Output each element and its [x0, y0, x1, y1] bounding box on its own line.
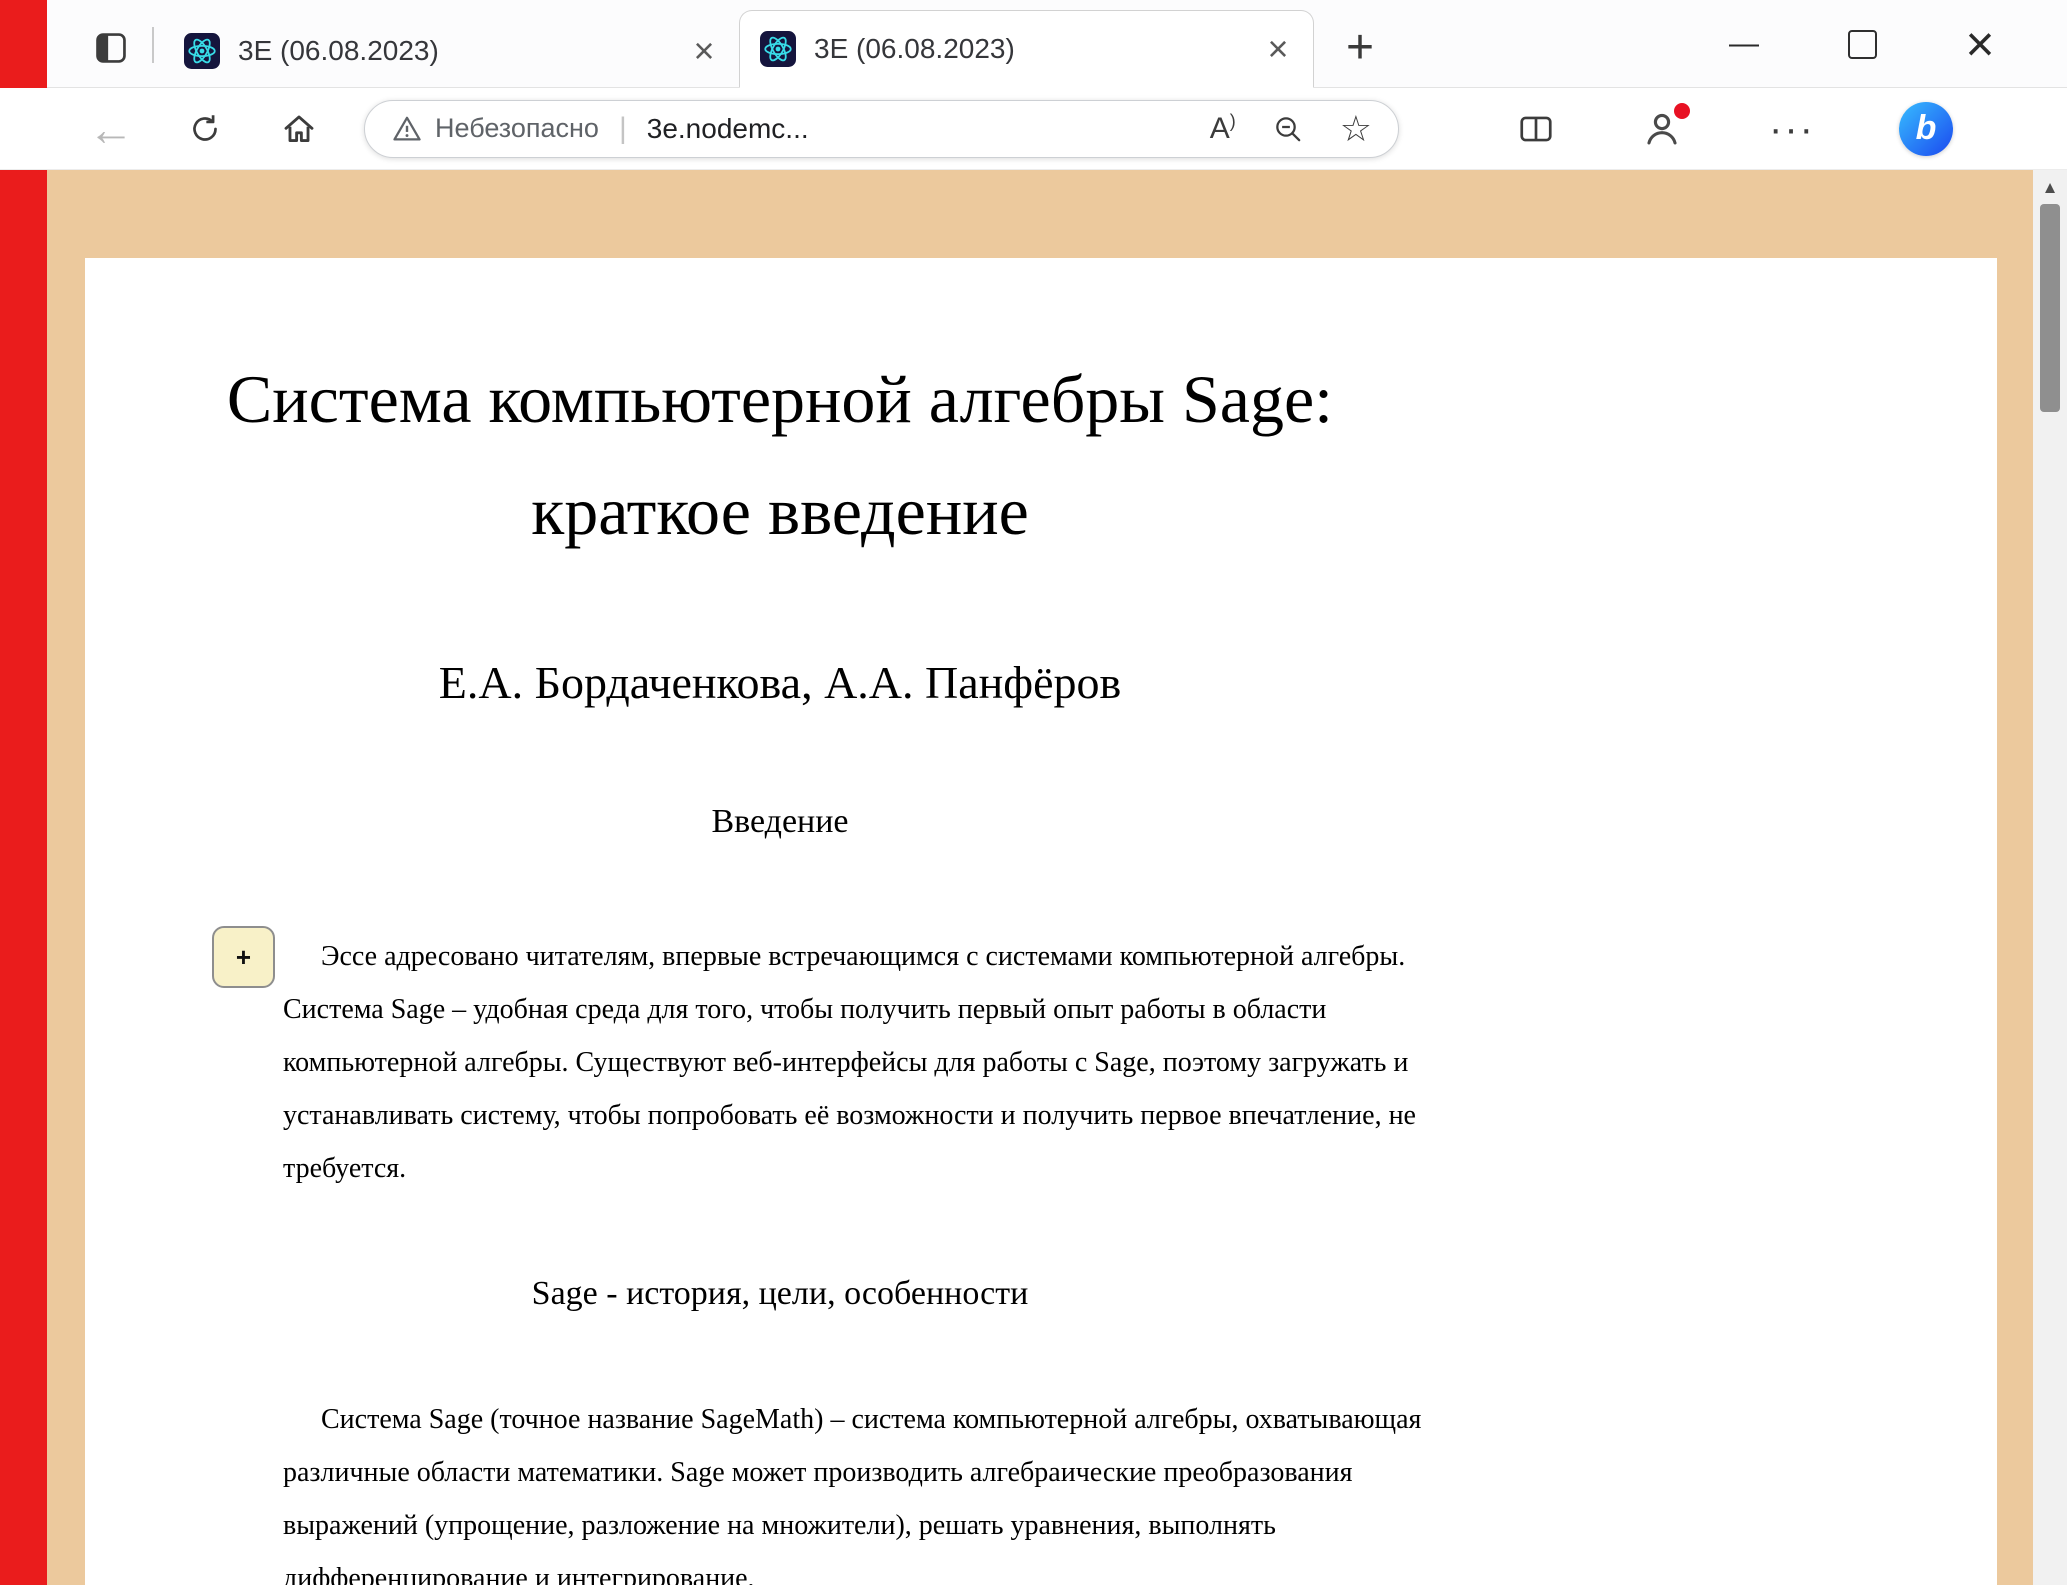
- document-column: Система компьютерной алгебры Sage: кратк…: [160, 343, 1400, 1585]
- tab-separator: [152, 27, 154, 63]
- tab-close-icon[interactable]: ×: [1257, 28, 1299, 70]
- section-heading-intro: Введение: [160, 799, 1400, 845]
- scrollbar-thumb[interactable]: [2040, 204, 2060, 412]
- not-secure-warning-icon[interactable]: [391, 113, 423, 145]
- tab-title: 3E (06.08.2023): [238, 35, 665, 67]
- new-tab-button[interactable]: +: [1334, 21, 1386, 73]
- tab-bar: 3E (06.08.2023) × 3E (06.08.2023) × + — …: [0, 0, 2067, 88]
- read-aloud-button[interactable]: A): [1210, 111, 1236, 146]
- home-button[interactable]: [266, 96, 332, 162]
- paragraph-line: дифференцирование и интегрирование,: [283, 1552, 1388, 1585]
- tab-actions-button[interactable]: [84, 21, 138, 75]
- document-authors: Е.А. Бордаченкова, А.А. Панфёров: [160, 652, 1400, 714]
- paragraph-line: Система Sage – удобная среда для того, ч…: [283, 983, 1388, 1036]
- security-label: Небезопасно: [435, 113, 599, 144]
- tab-close-icon[interactable]: ×: [683, 30, 725, 72]
- paragraph-line: Эссе адресовано читателям, впервые встре…: [283, 930, 1388, 983]
- refresh-button[interactable]: [172, 96, 238, 162]
- history-paragraph: Система Sage (точное название SageMath) …: [283, 1393, 1388, 1585]
- left-red-stripe: [0, 170, 47, 1585]
- paragraph-line: устанавливать систему, чтобы попробовать…: [283, 1089, 1388, 1142]
- back-arrow-icon: ←: [88, 102, 134, 156]
- url-text: 3e.nodemc...: [647, 113, 809, 145]
- left-red-stripe-top: [0, 0, 47, 88]
- site-favicon-atom-icon: [184, 33, 220, 69]
- paragraph-line: выражений (упрощение, разложение на множ…: [283, 1499, 1388, 1552]
- paragraph-line: Система Sage (точное название SageMath) …: [283, 1393, 1388, 1446]
- section-heading-history: Sage - история, цели, особенности: [160, 1271, 1400, 1317]
- refresh-icon: [187, 111, 223, 147]
- intro-paragraph: Эссе адресовано читателям, впервые встре…: [283, 930, 1388, 1195]
- vertical-scrollbar[interactable]: ▲: [2033, 170, 2067, 1585]
- document-body: Система компьютерной алгебры Sage: кратк…: [85, 258, 1997, 1585]
- tab-layout-icon: [92, 29, 130, 67]
- notification-dot: [1674, 103, 1690, 119]
- paragraph-line: компьютерной алгебры. Существуют веб-инт…: [283, 1036, 1388, 1089]
- window-controls: — ×: [1685, 0, 2039, 88]
- tab-title: 3E (06.08.2023): [814, 33, 1239, 65]
- bing-chat-button[interactable]: b: [1899, 102, 1953, 156]
- back-button[interactable]: ←: [78, 96, 144, 162]
- document-title: Система компьютерной алгебры Sage: кратк…: [160, 343, 1400, 567]
- magnifier-minus-icon: [1272, 113, 1304, 145]
- toolbar-right-cluster: ··· b: [1399, 102, 2047, 156]
- site-favicon-atom-icon: [760, 31, 796, 67]
- scrollbar-up-arrow[interactable]: ▲: [2033, 170, 2067, 206]
- address-divider: |: [619, 112, 627, 146]
- window-maximize-button[interactable]: [1803, 0, 1921, 88]
- split-screen-button[interactable]: [1517, 110, 1555, 148]
- address-bar[interactable]: Небезопасно | 3e.nodemc... A) ☆: [364, 100, 1399, 158]
- document-paper: Система компьютерной алгебры Sage: кратк…: [85, 258, 1997, 1585]
- paragraph-line: требуется.: [283, 1142, 1388, 1195]
- browser-toolbar: ← Небезопасно | 3e.nodemc...: [0, 88, 2067, 170]
- split-screen-icon: [1517, 110, 1555, 148]
- window-minimize-button[interactable]: —: [1685, 0, 1803, 88]
- zoom-out-button[interactable]: [1272, 113, 1304, 145]
- document-title-line2: краткое введение: [160, 455, 1400, 567]
- home-icon: [280, 110, 318, 148]
- document-title-line1: Система компьютерной алгебры Sage:: [160, 343, 1400, 455]
- settings-more-button[interactable]: ···: [1769, 119, 1815, 139]
- tab-active[interactable]: 3E (06.08.2023) ×: [739, 10, 1314, 88]
- page-viewport: Система компьютерной алгебры Sage: кратк…: [0, 170, 2067, 1585]
- tab-inactive[interactable]: 3E (06.08.2023) ×: [164, 15, 739, 87]
- window-close-button[interactable]: ×: [1921, 0, 2039, 88]
- maximize-icon: [1848, 30, 1877, 59]
- paragraph-line: различные области математики. Sage может…: [283, 1446, 1388, 1499]
- favorites-star-button[interactable]: ☆: [1340, 108, 1372, 150]
- expand-toggle-button[interactable]: +: [212, 926, 275, 988]
- profile-button[interactable]: [1639, 106, 1685, 152]
